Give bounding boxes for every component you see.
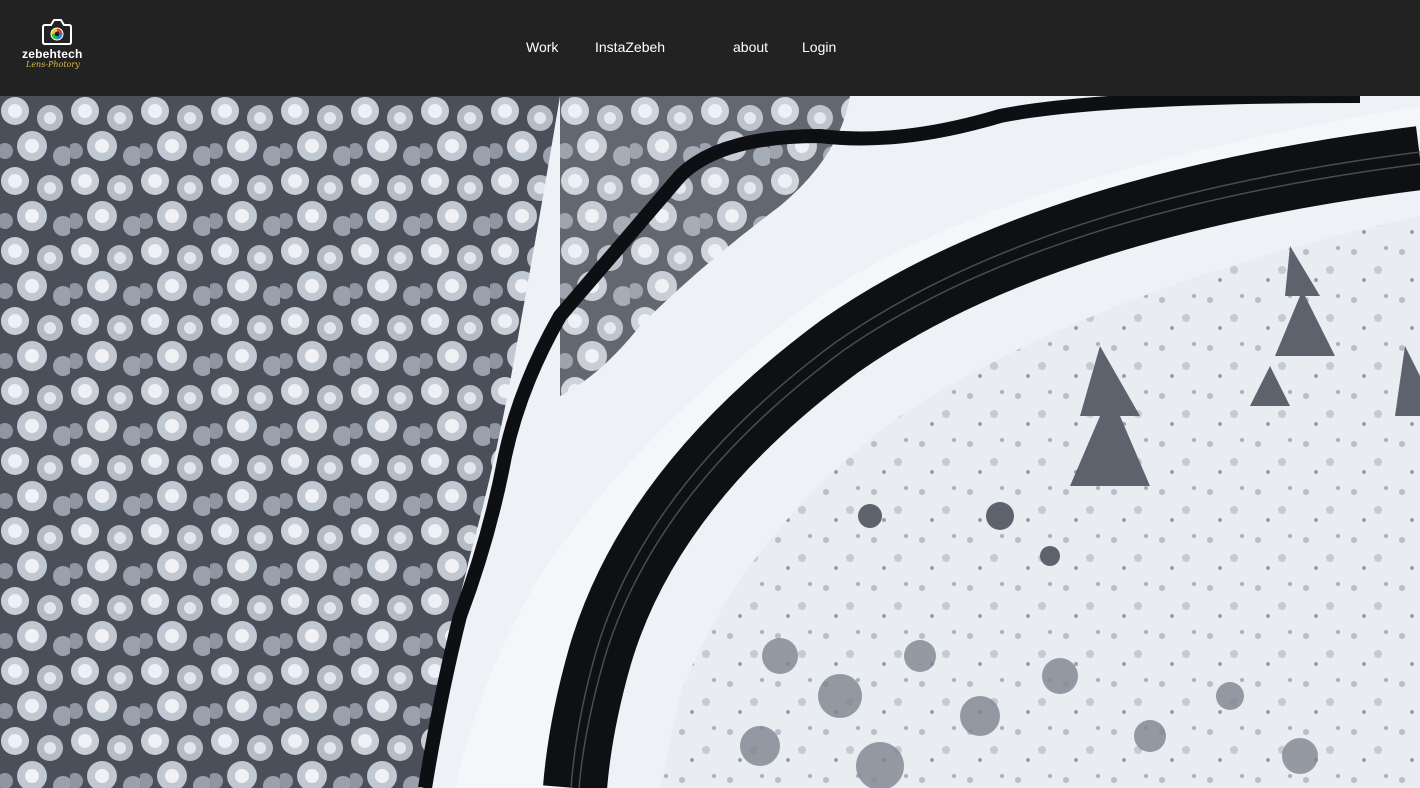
nav-instazebeh-link[interactable]: InstaZebeh xyxy=(595,39,665,55)
camera-icon xyxy=(42,19,72,45)
nav-work-link[interactable]: Work xyxy=(526,39,558,55)
brand-logo[interactable]: zebehtech Lens-Photory xyxy=(18,14,98,74)
nav-about-link[interactable]: about xyxy=(733,39,768,55)
nav-login-link[interactable]: Login xyxy=(802,39,836,55)
brand-name: zebehtech xyxy=(22,47,83,61)
hero-image xyxy=(0,96,1420,788)
aerial-winter-road-photo xyxy=(0,96,1420,788)
site-header: zebehtech Lens-Photory Work InstaZebeh a… xyxy=(0,0,1420,96)
brand-tagline: Lens-Photory xyxy=(26,60,80,69)
